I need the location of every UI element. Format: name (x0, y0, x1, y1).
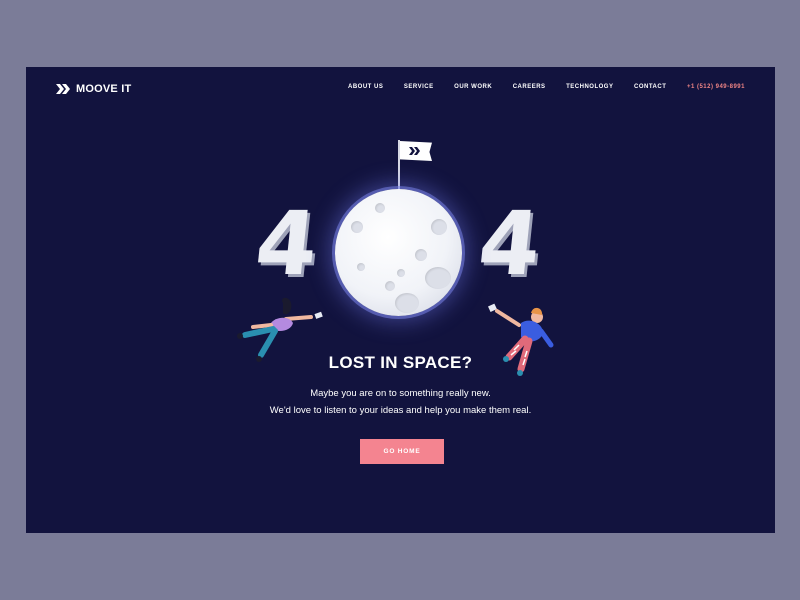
nav-about-us[interactable]: ABOUT US (348, 84, 383, 90)
moon-crater (415, 249, 427, 261)
logo-text: MOOVE IT (76, 83, 132, 95)
error-digit-right: 4 (473, 192, 546, 295)
error-message-line-2: We'd love to listen to your ideas and he… (269, 405, 532, 416)
nav-technology[interactable]: TECHNOLOGY (566, 84, 613, 90)
moon-crater (397, 269, 405, 277)
moon-crater (385, 281, 395, 291)
nav-careers[interactable]: CAREERS (513, 84, 546, 90)
moon-crater (395, 293, 419, 313)
double-chevron-arrow-icon (56, 84, 70, 94)
nav-our-work[interactable]: OUR WORK (454, 84, 492, 90)
moon-crater (425, 267, 451, 289)
moon-illustration (335, 189, 462, 316)
nav-contact[interactable]: CONTACT (634, 84, 666, 90)
phone-link[interactable]: +1 (512) 949-8991 (687, 84, 745, 90)
nav-service[interactable]: SERVICE (404, 84, 434, 90)
moon-crater (431, 219, 447, 235)
moon-crater (375, 203, 385, 213)
logo[interactable]: MOOVE IT (56, 82, 131, 96)
moon-crater (357, 263, 365, 271)
page-frame: MOOVE IT ABOUT US SERVICE OUR WORK CAREE… (26, 67, 775, 533)
main-nav: ABOUT US SERVICE OUR WORK CAREERS TECHNO… (348, 84, 745, 90)
error-title: LOST IN SPACE? (328, 353, 473, 372)
moon-crater (351, 221, 363, 233)
flag-chevron-icon (409, 147, 420, 155)
moon-flag-icon (400, 141, 432, 161)
error-message-line-1: Maybe you are on to something really new… (310, 388, 491, 399)
error-digit-left: 4 (250, 192, 323, 295)
go-home-button[interactable]: GO HOME (360, 439, 444, 464)
